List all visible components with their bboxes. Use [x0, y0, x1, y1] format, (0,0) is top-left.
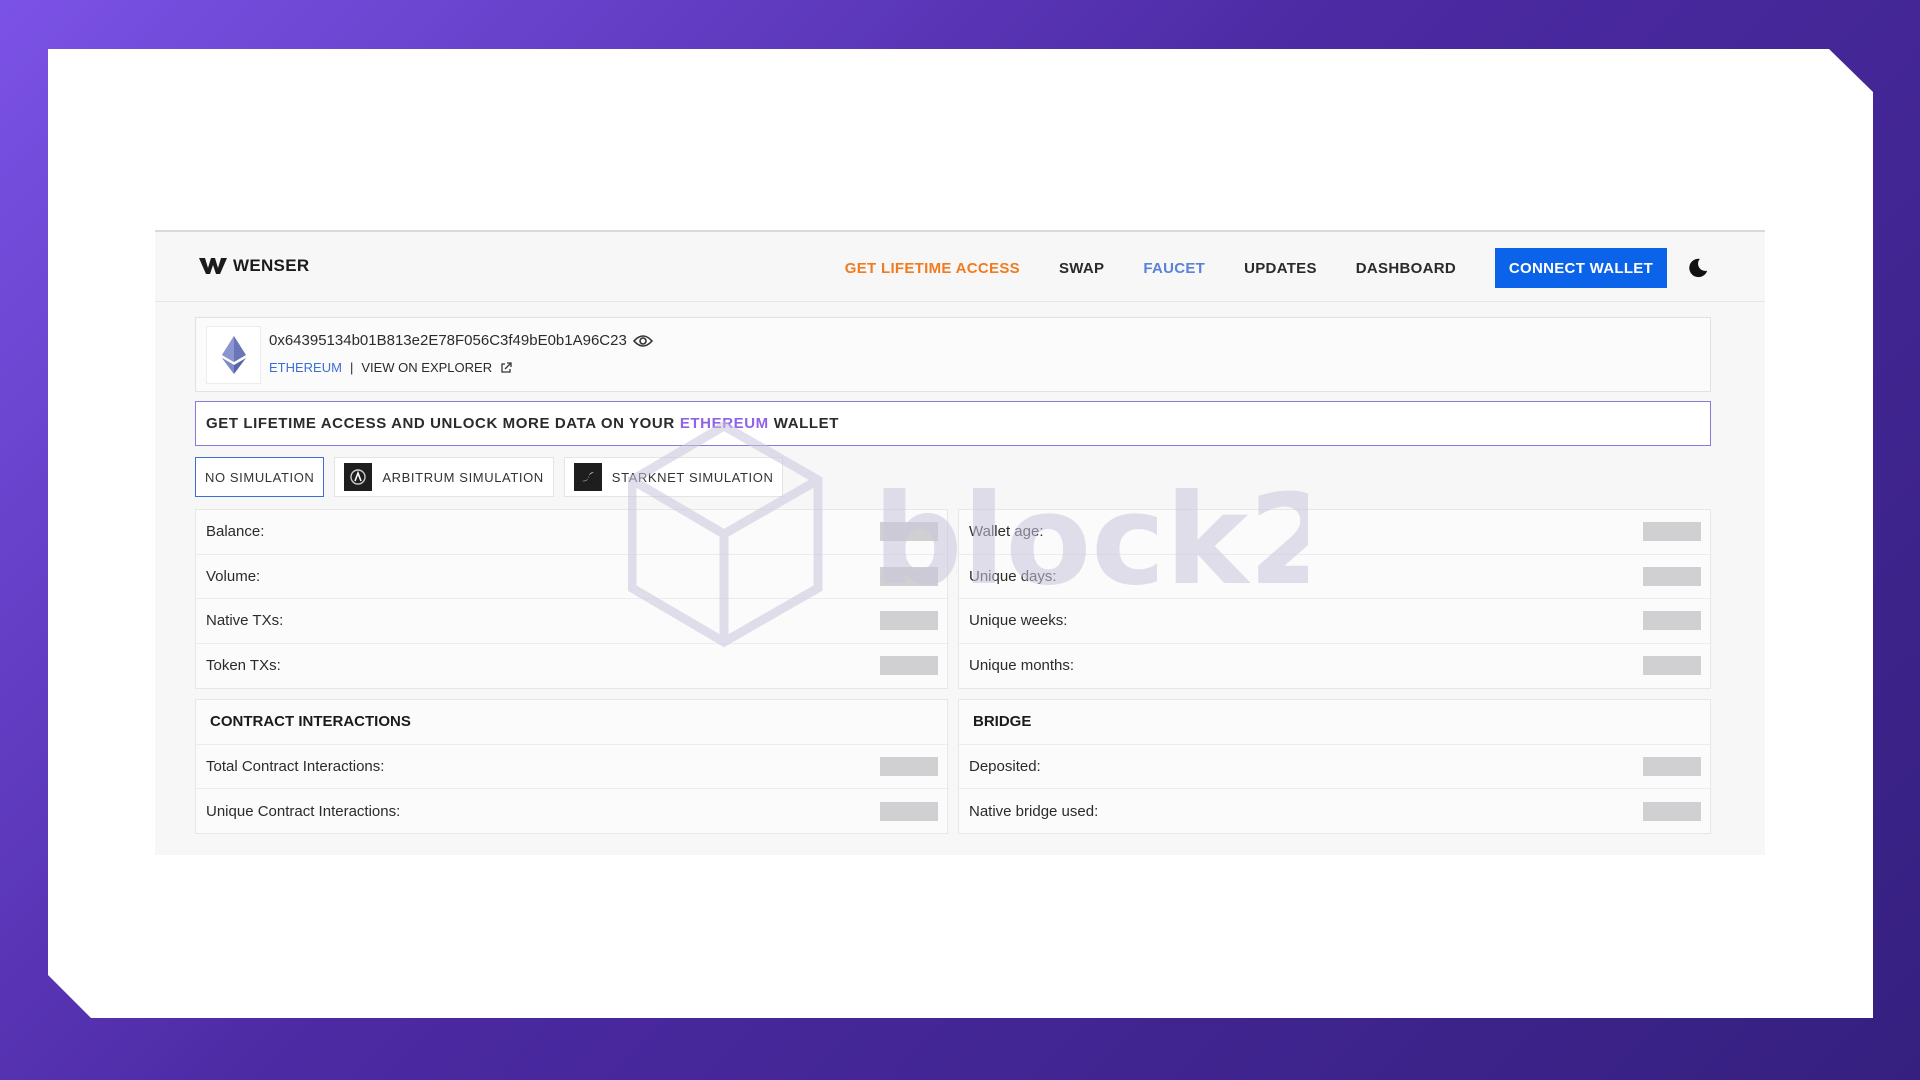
stat-label: Deposited: [969, 757, 1041, 775]
stat-label: Volume: [206, 567, 261, 585]
promo-prefix: GET LIFETIME ACCESS AND UNLOCK MORE DATA… [206, 415, 675, 432]
dark-mode-moon-icon[interactable] [1687, 257, 1709, 279]
promo-network: ETHEREUM [679, 415, 769, 432]
stats-right-panel: Wallet age: Unique days: Unique weeks: U… [958, 509, 1711, 689]
ethereum-icon [221, 336, 246, 374]
value-placeholder [1643, 611, 1701, 631]
simulation-tabs: NO SIMULATION ARBITRUM SIMULATION STARKN… [195, 457, 784, 497]
stat-label: Token TXs: [206, 657, 281, 675]
tab-no-simulation[interactable]: NO SIMULATION [195, 457, 325, 497]
tab-starknet-simulation[interactable]: STARKNET SIMULATION [563, 457, 784, 497]
tab-arbitrum-simulation[interactable]: ARBITRUM SIMULATION [334, 457, 554, 497]
stat-unique-weeks: Unique weeks: [959, 599, 1710, 644]
nav-swap[interactable]: SWAP [1059, 260, 1104, 277]
value-placeholder [880, 656, 938, 676]
value-placeholder [1643, 801, 1701, 821]
stat-label: Unique months: [969, 657, 1075, 675]
value-placeholder [880, 522, 938, 542]
promo-suffix: WALLET [773, 415, 840, 432]
value-placeholder [880, 801, 938, 821]
stat-token-txs: Token TXs: [196, 644, 947, 689]
brand-name: WENSER [233, 256, 310, 275]
stat-unique-contract-interactions: Unique Contract Interactions: [196, 789, 947, 834]
app-window: WENSER GET LIFETIME ACCESS SWAP FAUCET U… [155, 230, 1765, 855]
wallet-info: 0x64395134b01B813e2E78F056C3f49bE0b1A96C… [195, 317, 1711, 392]
external-link-icon[interactable] [500, 361, 512, 374]
ethereum-logo-tile [206, 326, 261, 384]
brand-logo[interactable]: WENSER [199, 256, 309, 276]
tab-label: ARBITRUM SIMULATION [382, 469, 544, 485]
network-link[interactable]: ETHEREUM [269, 360, 342, 375]
stat-wallet-age: Wallet age: [959, 510, 1710, 555]
top-navbar: WENSER GET LIFETIME ACCESS SWAP FAUCET U… [155, 232, 1765, 302]
stat-native-txs: Native TXs: [196, 599, 947, 644]
connect-wallet-button[interactable]: CONNECT WALLET [1495, 248, 1667, 288]
stat-label: Native bridge used: [969, 802, 1099, 820]
nav-faucet[interactable]: FAUCET [1143, 260, 1205, 277]
wallet-address-line: 0x64395134b01B813e2E78F056C3f49bE0b1A96C… [269, 332, 653, 349]
stat-unique-months: Unique months: [959, 644, 1710, 689]
value-placeholder [1643, 522, 1701, 542]
stats-left-panel: Balance: Volume: Native TXs: Token TXs: [195, 509, 948, 689]
wallet-meta: ETHEREUM | VIEW ON EXPLORER [269, 360, 512, 375]
value-placeholder [880, 566, 938, 586]
value-placeholder [1643, 566, 1701, 586]
wenser-logo-icon [199, 258, 227, 274]
nav-dashboard[interactable]: DASHBOARD [1356, 260, 1456, 277]
value-placeholder [1643, 756, 1701, 776]
stat-label: Native TXs: [206, 612, 284, 630]
arbitrum-icon [344, 463, 373, 491]
stat-deposited: Deposited: [959, 745, 1710, 789]
tab-label: STARKNET SIMULATION [611, 469, 774, 485]
contract-interactions-panel: CONTRACT INTERACTIONS Total Contract Int… [195, 699, 948, 834]
lifetime-access-banner[interactable]: GET LIFETIME ACCESS AND UNLOCK MORE DATA… [195, 401, 1711, 446]
wallet-address: 0x64395134b01B813e2E78F056C3f49bE0b1A96C… [269, 332, 627, 349]
stat-native-bridge-used: Native bridge used: [959, 789, 1710, 834]
stat-label: Balance: [206, 523, 265, 541]
stat-total-contract-interactions: Total Contract Interactions: [196, 745, 947, 789]
value-placeholder [880, 611, 938, 631]
nav-updates[interactable]: UPDATES [1244, 260, 1317, 277]
stat-label: Unique Contract Interactions: [206, 802, 401, 820]
nav-get-lifetime-access[interactable]: GET LIFETIME ACCESS [845, 260, 1020, 277]
stat-label: Total Contract Interactions: [206, 757, 385, 775]
stat-label: Unique weeks: [969, 612, 1068, 630]
stat-volume: Volume: [196, 555, 947, 599]
bridge-panel: BRIDGE Deposited: Native bridge used: [958, 699, 1711, 834]
contract-interactions-title: CONTRACT INTERACTIONS [196, 700, 947, 745]
starknet-icon [573, 463, 602, 491]
view-on-explorer-link[interactable]: VIEW ON EXPLORER [361, 360, 492, 375]
main-nav: GET LIFETIME ACCESS SWAP FAUCET UPDATES … [845, 248, 1765, 288]
tab-label: NO SIMULATION [205, 469, 315, 485]
stat-label: Wallet age: [969, 523, 1044, 541]
value-placeholder [880, 756, 938, 776]
bridge-title: BRIDGE [959, 700, 1710, 745]
stat-balance: Balance: [196, 510, 947, 555]
separator: | [349, 360, 354, 375]
stat-unique-days: Unique days: [959, 555, 1710, 599]
value-placeholder [1643, 656, 1701, 676]
stat-label: Unique days: [969, 567, 1057, 585]
eye-icon[interactable] [632, 334, 653, 348]
